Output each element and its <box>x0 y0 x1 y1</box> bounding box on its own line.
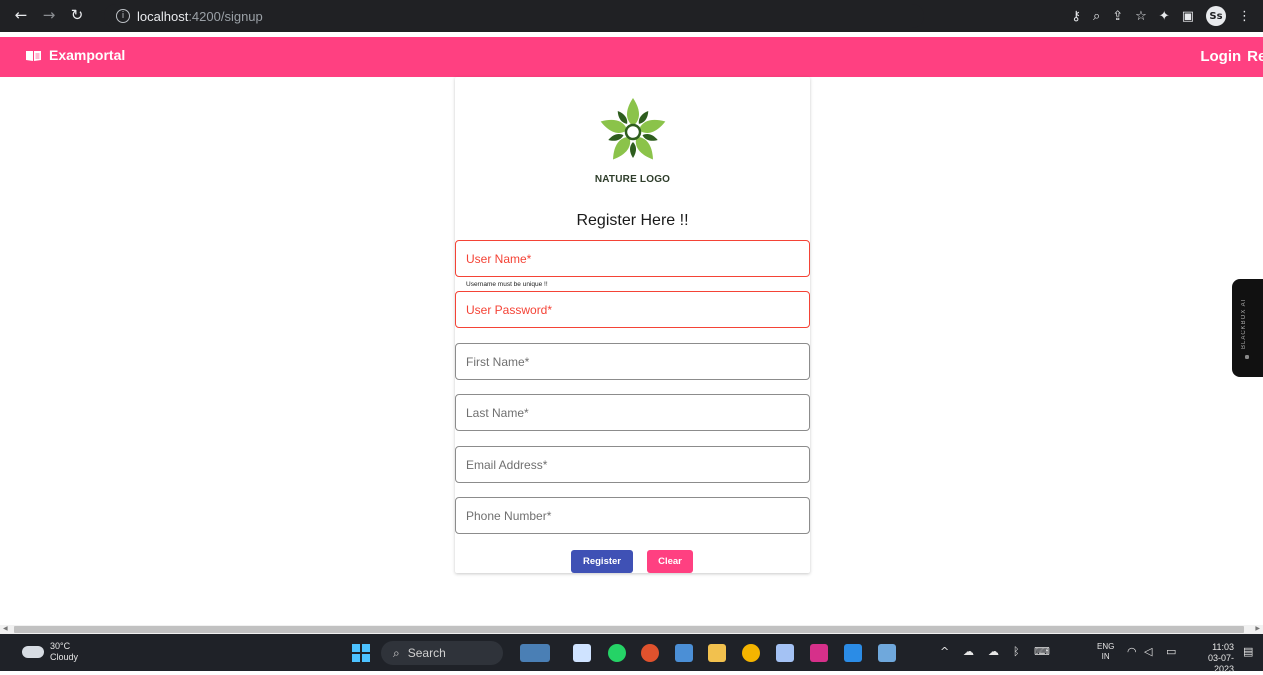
language-indicator[interactable]: ENG IN <box>1097 642 1114 662</box>
bluetooth-icon[interactable]: ᛒ <box>1013 645 1020 658</box>
nav-links: Login Regist <box>1194 48 1263 65</box>
notification-icon[interactable]: ▤ <box>1243 645 1253 658</box>
register-link[interactable]: Regist <box>1247 48 1263 65</box>
url-path: :4200/signup <box>188 8 263 24</box>
browser-toolbar: ← → ↻ i localhost:4200/signup ⚷ ⌕ ⇪ ☆ ✦ … <box>0 0 1263 32</box>
browser-nav: ← → ↻ <box>10 6 88 24</box>
clock-time: 11:03 <box>1212 642 1234 652</box>
battery-icon[interactable]: ▭ <box>1166 645 1176 658</box>
whatsapp-icon[interactable] <box>608 644 626 662</box>
onedrive-cloud-icon[interactable]: ☁ <box>963 645 974 658</box>
app-toolbar: Examportal Login Regist <box>0 37 1263 77</box>
browser-actions: ⚷ ⌕ ⇪ ☆ ✦ ▣ Ss ⋮ <box>1071 6 1251 26</box>
system-clock[interactable]: 11:03 03-07-2023 <box>1192 642 1234 675</box>
last-name-field[interactable]: Last Name* <box>455 394 810 431</box>
powerpoint-icon[interactable] <box>641 644 659 662</box>
first-name-label: First Name* <box>466 355 530 369</box>
photos-icon[interactable] <box>878 644 896 662</box>
reload-icon[interactable]: ↻ <box>66 6 88 24</box>
scroll-left-icon[interactable]: ◀ <box>3 625 8 632</box>
blackbox-widget[interactable]: BLACKBOX AI <box>1232 279 1263 377</box>
site-info-icon[interactable]: i <box>116 9 130 23</box>
clock-date: 03-07-2023 <box>1207 653 1234 674</box>
extensions-icon[interactable]: ✦ <box>1159 9 1170 24</box>
blackbox-dots-icon <box>1242 352 1252 362</box>
book-icon <box>26 50 41 61</box>
login-link[interactable]: Login <box>1200 48 1241 65</box>
keyboard-icon[interactable]: ⌨ <box>1034 645 1050 658</box>
first-name-field[interactable]: First Name* <box>455 343 810 380</box>
key-icon[interactable]: ⚷ <box>1071 9 1081 24</box>
search-icon: ⌕ <box>393 645 400 660</box>
lang-code: ENG <box>1097 642 1115 651</box>
clear-button[interactable]: Clear <box>647 550 693 573</box>
logo-text: NATURE LOGO <box>594 174 671 185</box>
email-field[interactable]: Email Address* <box>455 446 810 483</box>
wifi-icon[interactable]: ◠ <box>1127 645 1137 658</box>
username-hint: Username must be unique !! <box>466 281 548 288</box>
register-button[interactable]: Register <box>571 550 633 573</box>
cloud-sync-icon[interactable]: ☁ <box>988 645 999 658</box>
last-name-label: Last Name* <box>466 406 529 420</box>
brand-name: Examportal <box>49 47 126 63</box>
weather-widget[interactable]: 30°C Cloudy <box>22 641 78 663</box>
share-icon[interactable]: ⇪ <box>1112 9 1123 24</box>
volume-icon[interactable]: ◁ <box>1144 645 1152 658</box>
weather-condition: Cloudy <box>50 652 79 662</box>
file-explorer-icon[interactable] <box>708 644 726 662</box>
password-field[interactable]: User Password* <box>455 291 810 328</box>
notes-app-icon[interactable] <box>573 644 591 662</box>
search-label: Search <box>407 646 446 660</box>
chrome-icon[interactable] <box>742 644 760 662</box>
bookmark-star-icon[interactable]: ☆ <box>1135 9 1147 24</box>
xampp-icon[interactable] <box>810 644 828 662</box>
widgets-icon[interactable] <box>520 644 550 662</box>
windows-taskbar: 30°C Cloudy ⌕ Search ^ ☁ ☁ ᛒ ⌨ ENG IN ◠ … <box>0 634 1263 674</box>
zoom-icon[interactable]: ⌕ <box>1093 9 1100 24</box>
username-field[interactable]: User Name* <box>455 240 810 277</box>
cloud-icon <box>22 646 44 658</box>
username-label: User Name* <box>466 252 532 266</box>
menu-kebab-icon[interactable]: ⋮ <box>1238 9 1251 24</box>
signup-card: NATURE LOGO Register Here !! User Name* … <box>455 77 810 573</box>
app-icon-blue[interactable] <box>776 644 794 662</box>
taskbar-search[interactable]: ⌕ Search <box>381 641 503 665</box>
windows-start-icon[interactable] <box>352 644 370 662</box>
nature-logo-icon <box>600 98 666 160</box>
vscode-icon[interactable] <box>844 644 862 662</box>
horizontal-scrollbar[interactable]: ◀ ▶ <box>0 625 1263 634</box>
brand[interactable]: Examportal <box>26 47 125 63</box>
blackbox-label: BLACKBOX AI <box>1241 298 1247 349</box>
chevron-up-icon[interactable]: ^ <box>940 645 949 658</box>
scroll-right-icon[interactable]: ▶ <box>1255 625 1260 632</box>
forward-icon[interactable]: → <box>38 6 60 24</box>
profile-avatar[interactable]: Ss <box>1206 6 1226 26</box>
back-icon[interactable]: ← <box>10 6 32 24</box>
address-bar[interactable]: i localhost:4200/signup <box>104 4 924 28</box>
scrollbar-thumb[interactable] <box>14 626 1244 633</box>
page-title: Register Here !! <box>576 212 689 229</box>
region-code: IN <box>1101 652 1110 661</box>
phone-label: Phone Number* <box>466 509 552 523</box>
password-label: User Password* <box>466 303 553 317</box>
phone-field[interactable]: Phone Number* <box>455 497 810 534</box>
notepad-icon[interactable] <box>675 644 693 662</box>
email-label: Email Address* <box>466 458 548 472</box>
side-panel-icon[interactable]: ▣ <box>1182 9 1194 24</box>
url-host: localhost <box>137 8 189 24</box>
temperature: 30°C <box>50 641 71 651</box>
